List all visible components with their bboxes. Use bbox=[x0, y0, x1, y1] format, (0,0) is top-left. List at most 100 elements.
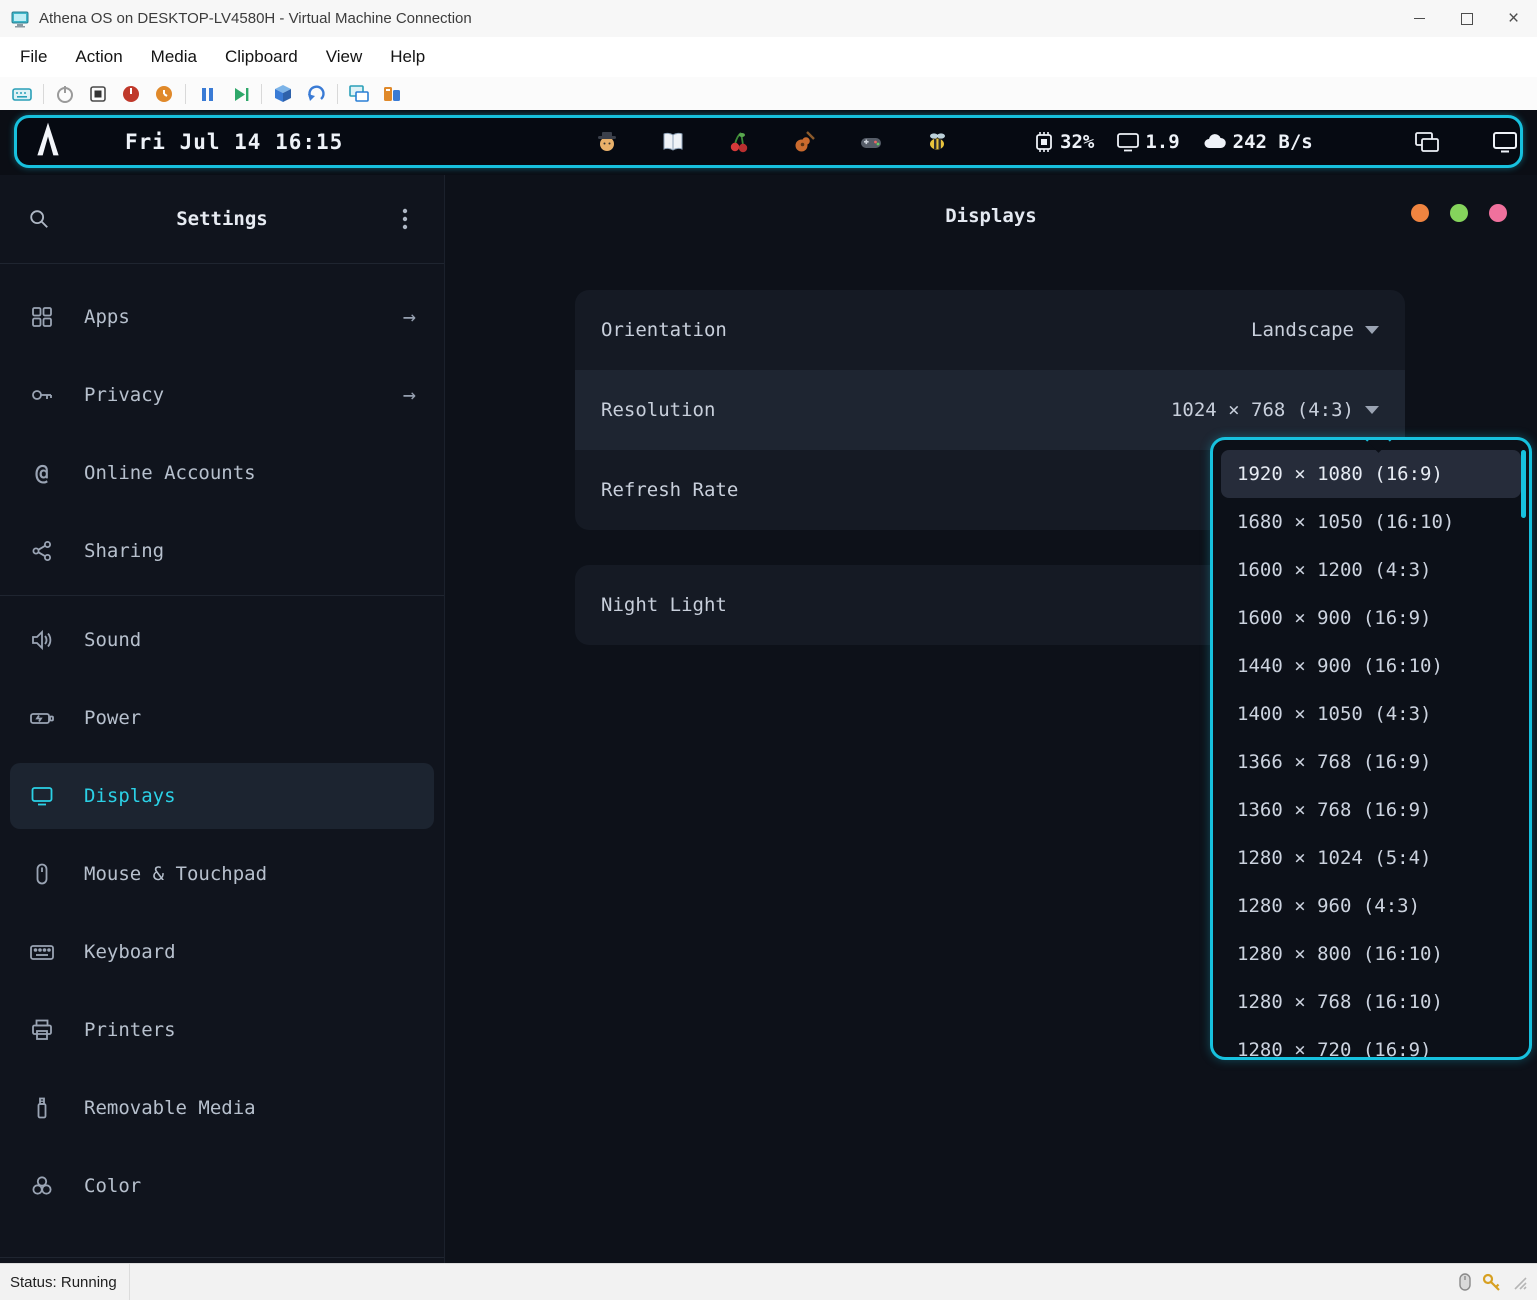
sidebar-item-sound[interactable]: Sound bbox=[0, 601, 444, 679]
device-icon bbox=[381, 83, 403, 105]
resolution-label: Resolution bbox=[601, 399, 715, 421]
display-icon bbox=[1492, 130, 1518, 154]
search-button[interactable] bbox=[26, 206, 52, 232]
display-settings-button[interactable] bbox=[1492, 118, 1518, 165]
resolution-option[interactable]: 1280 × 1024 (5:4) bbox=[1221, 834, 1521, 882]
privacy-key-icon bbox=[28, 383, 56, 407]
chevron-right-icon: → bbox=[403, 383, 416, 408]
start-button[interactable] bbox=[53, 82, 77, 106]
menu-kebab-button[interactable] bbox=[392, 206, 418, 232]
sidebar-item-label: Sharing bbox=[84, 540, 164, 562]
sidebar-item-mouse-touchpad[interactable]: Mouse & Touchpad bbox=[0, 835, 444, 913]
revert-button[interactable] bbox=[304, 82, 328, 106]
status-bar: Status: Running bbox=[0, 1263, 1537, 1300]
tray-cherries-icon[interactable] bbox=[727, 130, 751, 154]
network-stat: 242 B/s bbox=[1202, 131, 1313, 153]
menu-view[interactable]: View bbox=[312, 37, 377, 77]
menu-clipboard[interactable]: Clipboard bbox=[211, 37, 312, 77]
power-red-icon bbox=[121, 84, 141, 104]
close-button[interactable]: × bbox=[1490, 0, 1537, 37]
sidebar-item-sharing[interactable]: Sharing bbox=[0, 512, 444, 590]
screens-icon bbox=[348, 83, 370, 105]
resolution-option[interactable]: 1600 × 900 (16:9) bbox=[1221, 594, 1521, 642]
resolution-option[interactable]: 1280 × 800 (16:10) bbox=[1221, 930, 1521, 978]
revert-arrow-icon bbox=[306, 84, 326, 104]
keyboard-send-icon bbox=[11, 83, 33, 105]
enhanced-session-button[interactable] bbox=[347, 82, 371, 106]
resolution-option[interactable]: 1400 × 1050 (4:3) bbox=[1221, 690, 1521, 738]
printer-icon bbox=[28, 1018, 56, 1042]
vm-app-icon bbox=[10, 9, 30, 29]
tray-detective-icon[interactable] bbox=[595, 130, 619, 154]
resolution-option[interactable]: 1920 × 1080 (16:9) bbox=[1221, 450, 1521, 498]
window-dot-maximize[interactable] bbox=[1450, 204, 1468, 222]
sidebar-item-online-accounts[interactable]: @ Online Accounts bbox=[0, 434, 444, 512]
toolbar-separator bbox=[185, 84, 186, 104]
apps-grid-icon bbox=[28, 305, 56, 329]
cpu-value: 32% bbox=[1060, 131, 1094, 153]
sidebar-item-label: Sound bbox=[84, 629, 141, 651]
menu-help[interactable]: Help bbox=[376, 37, 439, 77]
ctrl-alt-del-button[interactable] bbox=[10, 82, 34, 106]
orientation-row[interactable]: Orientation Landscape bbox=[575, 290, 1405, 370]
checkpoint-button[interactable] bbox=[271, 82, 295, 106]
sidebar-item-privacy[interactable]: Privacy → bbox=[0, 356, 444, 434]
sidebar-item-label: Mouse & Touchpad bbox=[84, 863, 267, 885]
cloud-icon bbox=[1202, 131, 1228, 153]
at-icon: @ bbox=[28, 461, 56, 486]
tray-bee-icon[interactable] bbox=[925, 130, 949, 154]
play-icon bbox=[230, 84, 250, 104]
dropdown-scrollbar[interactable] bbox=[1521, 450, 1526, 518]
status-text: Status: Running bbox=[0, 1274, 117, 1291]
resolution-option[interactable]: 1680 × 1050 (16:10) bbox=[1221, 498, 1521, 546]
resolution-value[interactable]: 1024 × 768 (4:3) bbox=[1171, 399, 1379, 421]
resolution-option[interactable]: 1280 × 768 (16:10) bbox=[1221, 978, 1521, 1026]
save-state-button[interactable] bbox=[152, 82, 176, 106]
window-controls: × bbox=[1396, 0, 1537, 37]
orientation-current: Landscape bbox=[1251, 319, 1354, 341]
sidebar-item-label: Power bbox=[84, 707, 141, 729]
resolution-option[interactable]: 1440 × 900 (16:10) bbox=[1221, 642, 1521, 690]
maximize-button[interactable] bbox=[1443, 0, 1490, 37]
menu-action[interactable]: Action bbox=[61, 37, 136, 77]
sidebar-item-power[interactable]: Power bbox=[0, 679, 444, 757]
shut-down-button[interactable] bbox=[119, 82, 143, 106]
sidebar-item-color[interactable]: Color bbox=[0, 1147, 444, 1225]
cpu-icon bbox=[1033, 131, 1055, 153]
resolution-option[interactable]: 1600 × 1200 (4:3) bbox=[1221, 546, 1521, 594]
workspace-switcher-button[interactable] bbox=[1414, 118, 1440, 165]
athena-logo[interactable] bbox=[33, 121, 63, 162]
maximize-icon bbox=[1461, 13, 1473, 25]
resize-grip-icon[interactable] bbox=[1511, 1274, 1527, 1290]
sidebar-item-apps[interactable]: Apps → bbox=[0, 278, 444, 356]
vm-guest-screen: Fri Jul 14 16:15 bbox=[0, 110, 1537, 1264]
window-dot-minimize[interactable] bbox=[1411, 204, 1429, 222]
resolution-option[interactable]: 1360 × 768 (16:9) bbox=[1221, 786, 1521, 834]
resolution-option[interactable]: 1280 × 960 (4:3) bbox=[1221, 882, 1521, 930]
toolbar-separator bbox=[261, 84, 262, 104]
refresh-rate-label: Refresh Rate bbox=[601, 479, 738, 501]
window-dot-close[interactable] bbox=[1489, 204, 1507, 222]
tray-gamepad-icon[interactable] bbox=[859, 130, 883, 154]
tray-book-icon[interactable] bbox=[661, 130, 685, 154]
window-titlebar: Athena OS on DESKTOP-LV4580H - Virtual M… bbox=[0, 0, 1537, 38]
minimize-button[interactable] bbox=[1396, 0, 1443, 37]
sidebar-item-removable-media[interactable]: Removable Media bbox=[0, 1069, 444, 1147]
sidebar-item-printers[interactable]: Printers bbox=[0, 991, 444, 1069]
pause-button[interactable] bbox=[195, 82, 219, 106]
menu-media[interactable]: Media bbox=[137, 37, 211, 77]
sidebar-item-label: Keyboard bbox=[84, 941, 176, 963]
orientation-value[interactable]: Landscape bbox=[1251, 319, 1379, 341]
tray-guitar-icon[interactable] bbox=[793, 130, 817, 154]
sidebar-item-displays[interactable]: Displays bbox=[10, 763, 434, 829]
sidebar-item-keyboard[interactable]: Keyboard bbox=[0, 913, 444, 991]
turn-off-button[interactable] bbox=[86, 82, 110, 106]
resume-button[interactable] bbox=[228, 82, 252, 106]
system-stats: 32% 1.9 242 B/s bbox=[1033, 118, 1313, 165]
search-icon bbox=[28, 208, 50, 230]
menu-file[interactable]: File bbox=[6, 37, 61, 77]
key-capture-icon bbox=[1482, 1272, 1502, 1292]
resolution-option[interactable]: 1280 × 720 (16:9) bbox=[1221, 1026, 1521, 1060]
share-device-button[interactable] bbox=[380, 82, 404, 106]
resolution-option[interactable]: 1366 × 768 (16:9) bbox=[1221, 738, 1521, 786]
